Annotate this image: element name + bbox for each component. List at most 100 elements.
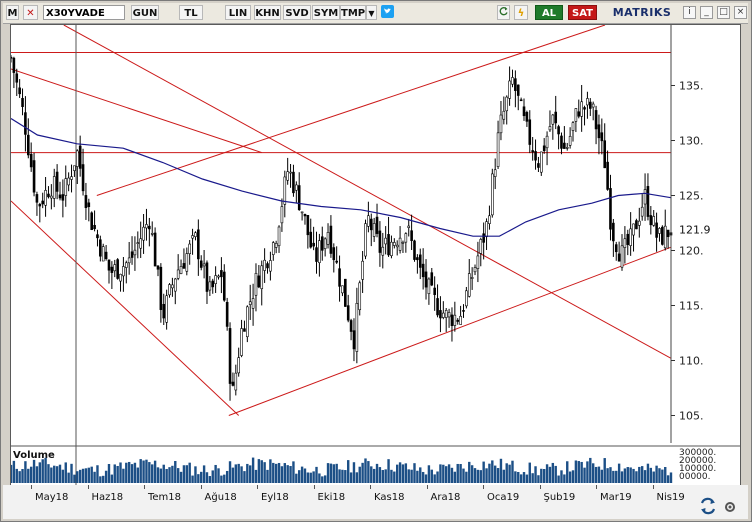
candle-body xyxy=(318,240,321,263)
volume-bar xyxy=(542,469,546,483)
maximize-button[interactable]: □ xyxy=(717,6,730,19)
candle-body xyxy=(87,202,91,208)
volume-bar xyxy=(179,471,183,483)
candle-body xyxy=(508,80,511,99)
volume-bar xyxy=(525,474,529,483)
trendline xyxy=(10,68,262,154)
price-tick-label: 125. xyxy=(679,190,704,203)
lightning-icon[interactable]: ϟ xyxy=(514,5,528,20)
candle-body xyxy=(231,381,235,386)
candle-body xyxy=(565,147,569,149)
sym-button[interactable]: SYM xyxy=(312,5,340,20)
buy-button[interactable]: AL xyxy=(535,5,563,20)
close-icon[interactable]: ✕ xyxy=(23,5,38,20)
sell-button[interactable]: SAT xyxy=(568,5,597,20)
linear-scale-button[interactable]: LIN xyxy=(225,5,251,20)
volume-bar xyxy=(260,460,263,483)
khn-button[interactable]: KHN xyxy=(254,5,281,20)
volume-bar xyxy=(87,467,91,483)
time-tick xyxy=(144,485,145,489)
candle-body xyxy=(124,262,128,268)
price-tick-label: 115. xyxy=(679,300,704,313)
minimize-button[interactable]: _ xyxy=(700,6,713,19)
refresh-icon[interactable] xyxy=(497,5,510,20)
twitter-icon[interactable] xyxy=(380,5,394,20)
volume-bar xyxy=(404,463,408,483)
candle-body xyxy=(554,111,558,124)
candle-body xyxy=(542,145,546,152)
volume-bar xyxy=(254,469,258,483)
volume-bar xyxy=(35,466,39,483)
volume-bar xyxy=(148,462,151,483)
volume-bar xyxy=(485,468,488,483)
volume-bar xyxy=(303,468,307,483)
volume-bar xyxy=(24,461,27,483)
candle-body xyxy=(297,185,301,211)
close-window-button[interactable]: × xyxy=(734,6,747,19)
candle-body xyxy=(306,214,310,236)
time-tick xyxy=(426,485,428,489)
candle-body xyxy=(560,135,563,149)
volume-bar xyxy=(419,467,422,483)
candle-body xyxy=(505,96,509,112)
volume-bar xyxy=(321,476,324,483)
volume-bar xyxy=(537,475,540,483)
candle-body xyxy=(540,151,543,173)
candle-body xyxy=(623,238,627,248)
currency-button[interactable]: TL xyxy=(179,5,203,20)
candle-body xyxy=(208,281,212,291)
volume-bar xyxy=(315,466,318,483)
info-icon[interactable]: i xyxy=(683,6,696,19)
volume-bar xyxy=(586,461,589,483)
candle-body xyxy=(266,263,269,269)
svd-button[interactable]: SVD xyxy=(283,5,311,20)
volume-bar xyxy=(508,464,511,483)
price-tick-label: 130. xyxy=(679,135,704,148)
volume-bar xyxy=(182,465,186,483)
volume-bar xyxy=(309,472,312,483)
time-tick xyxy=(87,485,89,489)
candle-body xyxy=(197,229,200,260)
time-tick xyxy=(652,485,654,489)
volume-bar xyxy=(459,464,462,483)
volume-bar xyxy=(534,466,537,483)
candle-body xyxy=(548,126,552,131)
price-chart[interactable]: 135. 130. 125. 120. 115. 110. 105. 121.9 Volume… xyxy=(9,24,740,485)
volume-bar xyxy=(295,473,298,483)
symbol-input[interactable]: X30YVADE xyxy=(43,5,125,20)
trendline xyxy=(96,24,606,196)
chart-area[interactable]: 135. 130. 125. 120. 115. 110. 105. 121.9 Volume… xyxy=(9,24,741,486)
candle-body xyxy=(344,278,347,307)
candle-body xyxy=(133,249,137,256)
volume-bar xyxy=(522,472,526,483)
settings-icon[interactable] xyxy=(723,499,737,513)
volume-bar xyxy=(416,470,419,483)
period-button[interactable]: GUN xyxy=(131,5,159,20)
candle-body xyxy=(404,233,408,243)
candle-body xyxy=(61,194,65,201)
volume-bar xyxy=(67,472,70,483)
candle-body xyxy=(194,232,197,237)
m-button[interactable]: M xyxy=(6,5,19,20)
candle-body xyxy=(116,259,119,279)
volume-bar xyxy=(594,466,598,483)
candle-body xyxy=(64,178,68,196)
candle-body xyxy=(18,87,21,95)
candle-body xyxy=(525,112,529,122)
candle-body xyxy=(243,328,246,332)
candle-body xyxy=(456,319,460,322)
volume-bar xyxy=(577,461,580,483)
volume-bar xyxy=(205,472,209,483)
volume-bar xyxy=(603,458,606,483)
volume-bar xyxy=(76,471,79,483)
volume-bar xyxy=(358,466,361,483)
template-button[interactable]: TMP xyxy=(340,5,366,20)
candle-body xyxy=(286,171,289,181)
volume-bar xyxy=(620,471,624,483)
chevron-down-icon[interactable]: ▼ xyxy=(366,5,377,20)
candle-body xyxy=(173,278,177,292)
volume-bar xyxy=(375,463,379,483)
swap-icon[interactable] xyxy=(698,497,718,515)
candle-body xyxy=(202,263,206,267)
volume-bar xyxy=(355,472,359,483)
